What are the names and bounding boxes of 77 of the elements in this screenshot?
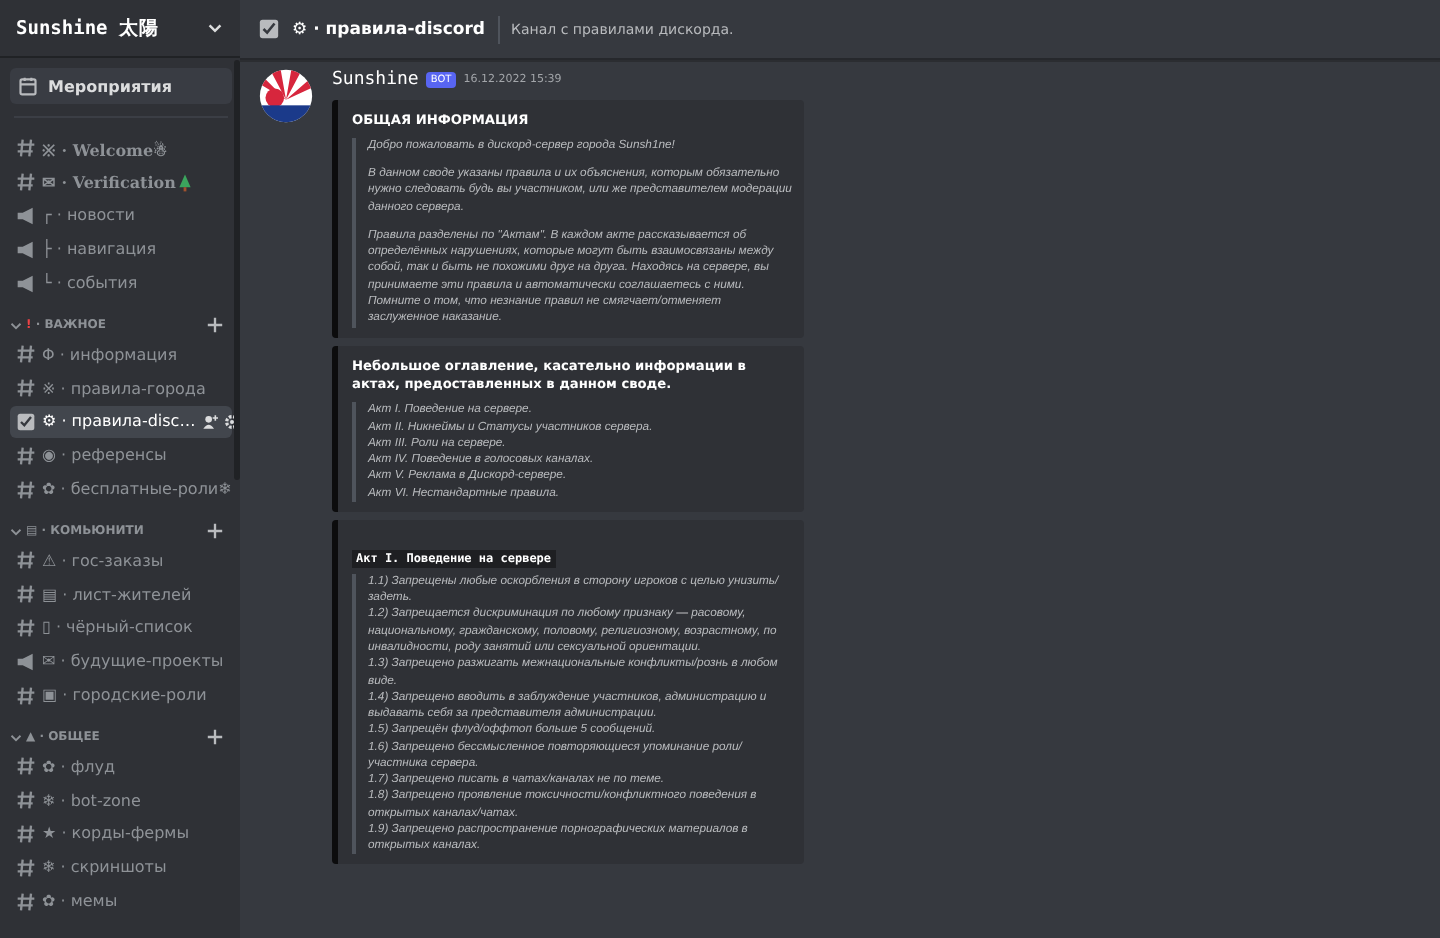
hash-icon [16, 138, 36, 159]
channel-item[interactable]: ┌ · новости [10, 199, 232, 233]
channel-name: ├ · навигация [42, 240, 157, 259]
channel-name: ▯ · чёрный-список [42, 618, 193, 637]
channel-item[interactable]: ✿ · бесплатные-роли❄ [10, 472, 232, 506]
channel-item[interactable]: ⚙ · правила-disc… [10, 405, 232, 439]
channel-item[interactable]: ✉ · будущие-проекты [10, 644, 232, 679]
channel-name: ★ · корды-фермы [42, 824, 190, 843]
add-channel-icon[interactable] [206, 316, 224, 335]
hash-icon [16, 479, 36, 500]
channel-name: ❄ · bot-zone [42, 791, 141, 810]
channel-item[interactable]: ※ · правила-города [10, 371, 232, 406]
hash-icon [16, 344, 36, 365]
channel-item[interactable]: ▯ · чёрный-список [10, 611, 232, 645]
channel-name: ▤ · лист-жителей [42, 585, 192, 604]
channel-name: Φ · информация [42, 345, 178, 364]
channel-item[interactable]: ✿ · флуд [10, 749, 232, 784]
channel-item[interactable]: └ · события [10, 266, 232, 300]
chevron-icon [206, 19, 224, 37]
checkbox-icon [16, 411, 36, 432]
megaphone-icon [16, 205, 36, 226]
megaphone-icon [16, 239, 36, 260]
channel-item[interactable]: ✉ · Verification [10, 165, 232, 200]
channel-name: ▣ · городские-роли [42, 686, 207, 705]
hash-icon [16, 378, 36, 399]
channel-item[interactable]: ❄ · bot-zone [10, 783, 232, 818]
collapse-icon[interactable] [10, 525, 22, 538]
channel-item[interactable]: ★ · корды-фермы [10, 817, 232, 851]
channel-name: ✉ · Verification [42, 172, 176, 193]
channel-item[interactable]: ⚠ · гос-заказы [10, 543, 232, 578]
channel-item[interactable]: Φ · информация [10, 337, 232, 372]
channel-name: ⚙ · правила-disc… [42, 412, 196, 431]
channel-item[interactable]: ◉ · референсы [10, 438, 232, 473]
hash-icon [16, 756, 36, 777]
hash-icon [16, 584, 36, 605]
hash-icon [16, 445, 36, 466]
channel-name: ⚠ · гос-заказы [42, 551, 164, 570]
hash-icon [16, 891, 36, 912]
author-name[interactable]: Sunshine [332, 70, 419, 90]
collapse-icon[interactable] [10, 319, 22, 332]
channel-name: ✉ · будущие-проекты [42, 652, 224, 671]
tree-icon [177, 173, 192, 192]
channel-name: ※ · Welcome☃ [42, 137, 168, 160]
channel-name: ❄ · скриншоты [42, 858, 167, 877]
hash-icon [16, 823, 36, 844]
hash-icon [16, 172, 36, 193]
channel-item[interactable]: ❄ · скриншоты [10, 850, 232, 885]
megaphone-icon [16, 651, 36, 672]
add-channel-icon[interactable] [206, 522, 224, 541]
channel-item[interactable]: ✿ · мемы [10, 884, 232, 918]
hash-icon [16, 550, 36, 571]
avatar-flag-drawing [258, 68, 314, 124]
channel-title: ⚙ · правила-discord [292, 19, 485, 39]
calendar-icon [18, 76, 38, 96]
channel-name: ◉ · референсы [42, 446, 167, 465]
channel-name: ※ · правила-города [42, 379, 206, 398]
settings-icon[interactable] [223, 413, 240, 430]
channel-name: ┌ · новости [42, 206, 135, 225]
hash-icon [16, 790, 36, 811]
checkbox-icon [258, 18, 280, 40]
hash-icon [16, 617, 36, 638]
channel-name: └ · события [42, 274, 138, 293]
megaphone-icon [16, 273, 36, 294]
add-member-icon[interactable] [201, 413, 218, 430]
channel-name: ✿ · флуд [42, 757, 116, 776]
channel-item[interactable]: ├ · навигация [10, 232, 232, 267]
add-channel-icon[interactable] [206, 728, 224, 747]
channel-item[interactable]: ▣ · городские-роли [10, 678, 232, 712]
hash-icon [16, 685, 36, 706]
events-item[interactable]: Мероприятия [10, 68, 232, 104]
channel-name: ✿ · бесплатные-роли❄ [42, 480, 232, 499]
channel-item[interactable]: ※ · Welcome☃ [10, 132, 232, 166]
channel-name: ✿ · мемы [42, 892, 118, 911]
server-name: Sunshine 太陽 [16, 15, 159, 41]
hash-icon [16, 857, 36, 878]
channel-item[interactable]: ▤ · лист-жителей [10, 577, 232, 612]
collapse-icon[interactable] [10, 731, 22, 744]
